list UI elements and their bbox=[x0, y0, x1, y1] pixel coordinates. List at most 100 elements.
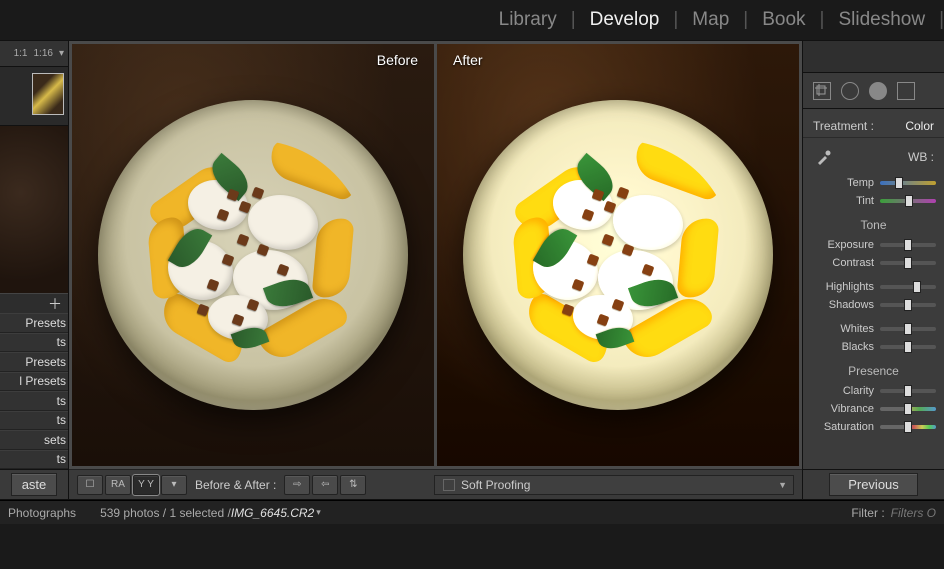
before-pane[interactable]: Before bbox=[72, 44, 434, 466]
clarity-row: Clarity bbox=[803, 382, 944, 400]
preset-folder[interactable]: sets bbox=[0, 430, 68, 450]
highlights-row: Highlights bbox=[803, 278, 944, 296]
exposure-label: Exposure bbox=[816, 239, 874, 251]
copy-before-to-after-button[interactable]: ⇨ bbox=[284, 475, 310, 495]
previous-button[interactable]: Previous bbox=[829, 473, 918, 496]
treatment-row[interactable]: Treatment : Color bbox=[803, 115, 944, 138]
view-mode-buttons: ☐ RA Y Y ▾ bbox=[77, 475, 187, 495]
plus-icon[interactable]: ＋ bbox=[48, 294, 62, 314]
clarity-slider[interactable] bbox=[880, 389, 936, 393]
eyedropper-icon[interactable] bbox=[813, 146, 835, 168]
filter-label: Filter : bbox=[851, 506, 884, 520]
zoom-chevron-icon[interactable]: ▾ bbox=[59, 48, 64, 59]
treatment-value: Color bbox=[905, 119, 934, 133]
saturation-slider[interactable] bbox=[880, 425, 936, 429]
before-after-view: Before bbox=[69, 41, 802, 469]
contrast-slider[interactable] bbox=[880, 261, 936, 265]
module-develop[interactable]: Develop bbox=[576, 9, 674, 31]
view-ra-button[interactable]: RA bbox=[105, 475, 131, 495]
shadows-label: Shadows bbox=[816, 299, 874, 311]
spot-removal-icon[interactable] bbox=[841, 82, 859, 100]
filter-dropdown[interactable]: Filters O bbox=[891, 506, 936, 520]
vibrance-label: Vibrance bbox=[816, 403, 874, 415]
whites-row: Whites bbox=[803, 320, 944, 338]
tone-section-label: Tone bbox=[803, 210, 944, 236]
blacks-slider[interactable] bbox=[880, 345, 936, 349]
blacks-row: Blacks bbox=[803, 338, 944, 356]
exposure-slider[interactable] bbox=[880, 243, 936, 247]
swap-before-after-button[interactable]: ⇅ bbox=[340, 475, 366, 495]
preset-folder[interactable]: Presets bbox=[0, 352, 68, 372]
vibrance-slider[interactable] bbox=[880, 407, 936, 411]
soft-proofing-label: Soft Proofing bbox=[461, 478, 530, 492]
wb-label: WB : bbox=[908, 150, 934, 164]
soft-proofing-dropdown[interactable]: Soft Proofing ▼ bbox=[434, 475, 794, 495]
current-filename[interactable]: IMG_6645.CR2 bbox=[231, 506, 314, 520]
module-library[interactable]: Library bbox=[485, 9, 571, 31]
filename-chevron-icon[interactable]: ▾ bbox=[316, 507, 321, 518]
contrast-row: Contrast bbox=[803, 254, 944, 272]
module-map[interactable]: Map bbox=[678, 9, 743, 31]
before-after-label: Before & After : bbox=[195, 478, 276, 492]
preset-folder[interactable]: ts bbox=[0, 411, 68, 431]
after-label: After bbox=[453, 52, 483, 68]
blacks-label: Blacks bbox=[816, 341, 874, 353]
before-after-nav: ⇨ ⇦ ⇅ bbox=[284, 475, 366, 495]
paste-button[interactable]: aste bbox=[11, 473, 58, 496]
preset-folder[interactable]: ts bbox=[0, 391, 68, 411]
navigator-preview[interactable] bbox=[0, 125, 68, 293]
shadows-slider[interactable] bbox=[880, 303, 936, 307]
view-yy-button[interactable]: Y Y bbox=[133, 475, 159, 495]
develop-tool-strip bbox=[803, 73, 944, 109]
preset-folder[interactable]: ts bbox=[0, 333, 68, 353]
crop-tool-icon[interactable] bbox=[813, 82, 831, 100]
navigator-zoom-strip: 1:1 1:16 ▾ bbox=[0, 41, 68, 67]
zoom-ratio-1-16[interactable]: 1:16 bbox=[34, 48, 53, 59]
after-pane[interactable]: After bbox=[437, 44, 799, 466]
left-bottom-bar: aste bbox=[0, 469, 68, 499]
whites-label: Whites bbox=[816, 323, 874, 335]
collection-name[interactable]: Photographs bbox=[8, 506, 76, 520]
highlights-slider[interactable] bbox=[880, 285, 936, 289]
module-picker: Library| Develop| Map| Book| Slideshow| bbox=[0, 0, 944, 40]
copy-after-to-before-button[interactable]: ⇦ bbox=[312, 475, 338, 495]
whites-slider[interactable] bbox=[880, 327, 936, 331]
photo-count: 539 photos / 1 selected / bbox=[100, 506, 231, 520]
soft-proofing-checkbox[interactable] bbox=[443, 479, 455, 491]
module-book[interactable]: Book bbox=[748, 9, 819, 31]
view-mode-dropdown[interactable]: ▾ bbox=[161, 475, 187, 495]
basic-panel: Treatment : Color WB : Temp Tint Tone Exp… bbox=[803, 109, 944, 469]
module-slideshow[interactable]: Slideshow bbox=[824, 9, 939, 31]
temp-label: Temp bbox=[816, 177, 874, 189]
shadows-row: Shadows bbox=[803, 296, 944, 314]
navigator-thumbnail[interactable] bbox=[32, 73, 64, 115]
graduated-filter-icon[interactable] bbox=[897, 82, 915, 100]
preset-folder[interactable]: ts bbox=[0, 450, 68, 470]
tint-row: Tint bbox=[803, 192, 944, 210]
clarity-label: Clarity bbox=[816, 385, 874, 397]
contrast-label: Contrast bbox=[816, 257, 874, 269]
presets-header[interactable]: Presets bbox=[0, 313, 68, 333]
tint-slider[interactable] bbox=[880, 199, 936, 203]
histogram[interactable] bbox=[803, 41, 944, 73]
status-bar: Photographs 539 photos / 1 selected / IM… bbox=[0, 500, 944, 524]
radial-filter-icon[interactable] bbox=[869, 82, 887, 100]
saturation-label: Saturation bbox=[816, 421, 874, 433]
temp-row: Temp bbox=[803, 174, 944, 192]
highlights-label: Highlights bbox=[816, 281, 874, 293]
center-panel: Before bbox=[69, 41, 802, 499]
temp-slider[interactable] bbox=[880, 181, 936, 185]
tint-label: Tint bbox=[816, 195, 874, 207]
preset-folder[interactable]: l Presets bbox=[0, 372, 68, 392]
before-label: Before bbox=[377, 52, 418, 68]
left-panel: 1:1 1:16 ▾ ＋ Presets ts Presets l Preset… bbox=[0, 41, 69, 499]
right-panel: Treatment : Color WB : Temp Tint Tone Exp… bbox=[802, 41, 944, 499]
presence-section-label: Presence bbox=[803, 356, 944, 382]
preset-list: Presets ts Presets l Presets ts ts sets … bbox=[0, 313, 68, 469]
chevron-down-icon: ▼ bbox=[778, 480, 787, 490]
main-row: 1:1 1:16 ▾ ＋ Presets ts Presets l Preset… bbox=[0, 40, 944, 500]
zoom-ratio-1-1[interactable]: 1:1 bbox=[14, 48, 28, 59]
view-loupe-button[interactable]: ☐ bbox=[77, 475, 103, 495]
exposure-row: Exposure bbox=[803, 236, 944, 254]
add-preset-bar: ＋ bbox=[0, 293, 68, 313]
